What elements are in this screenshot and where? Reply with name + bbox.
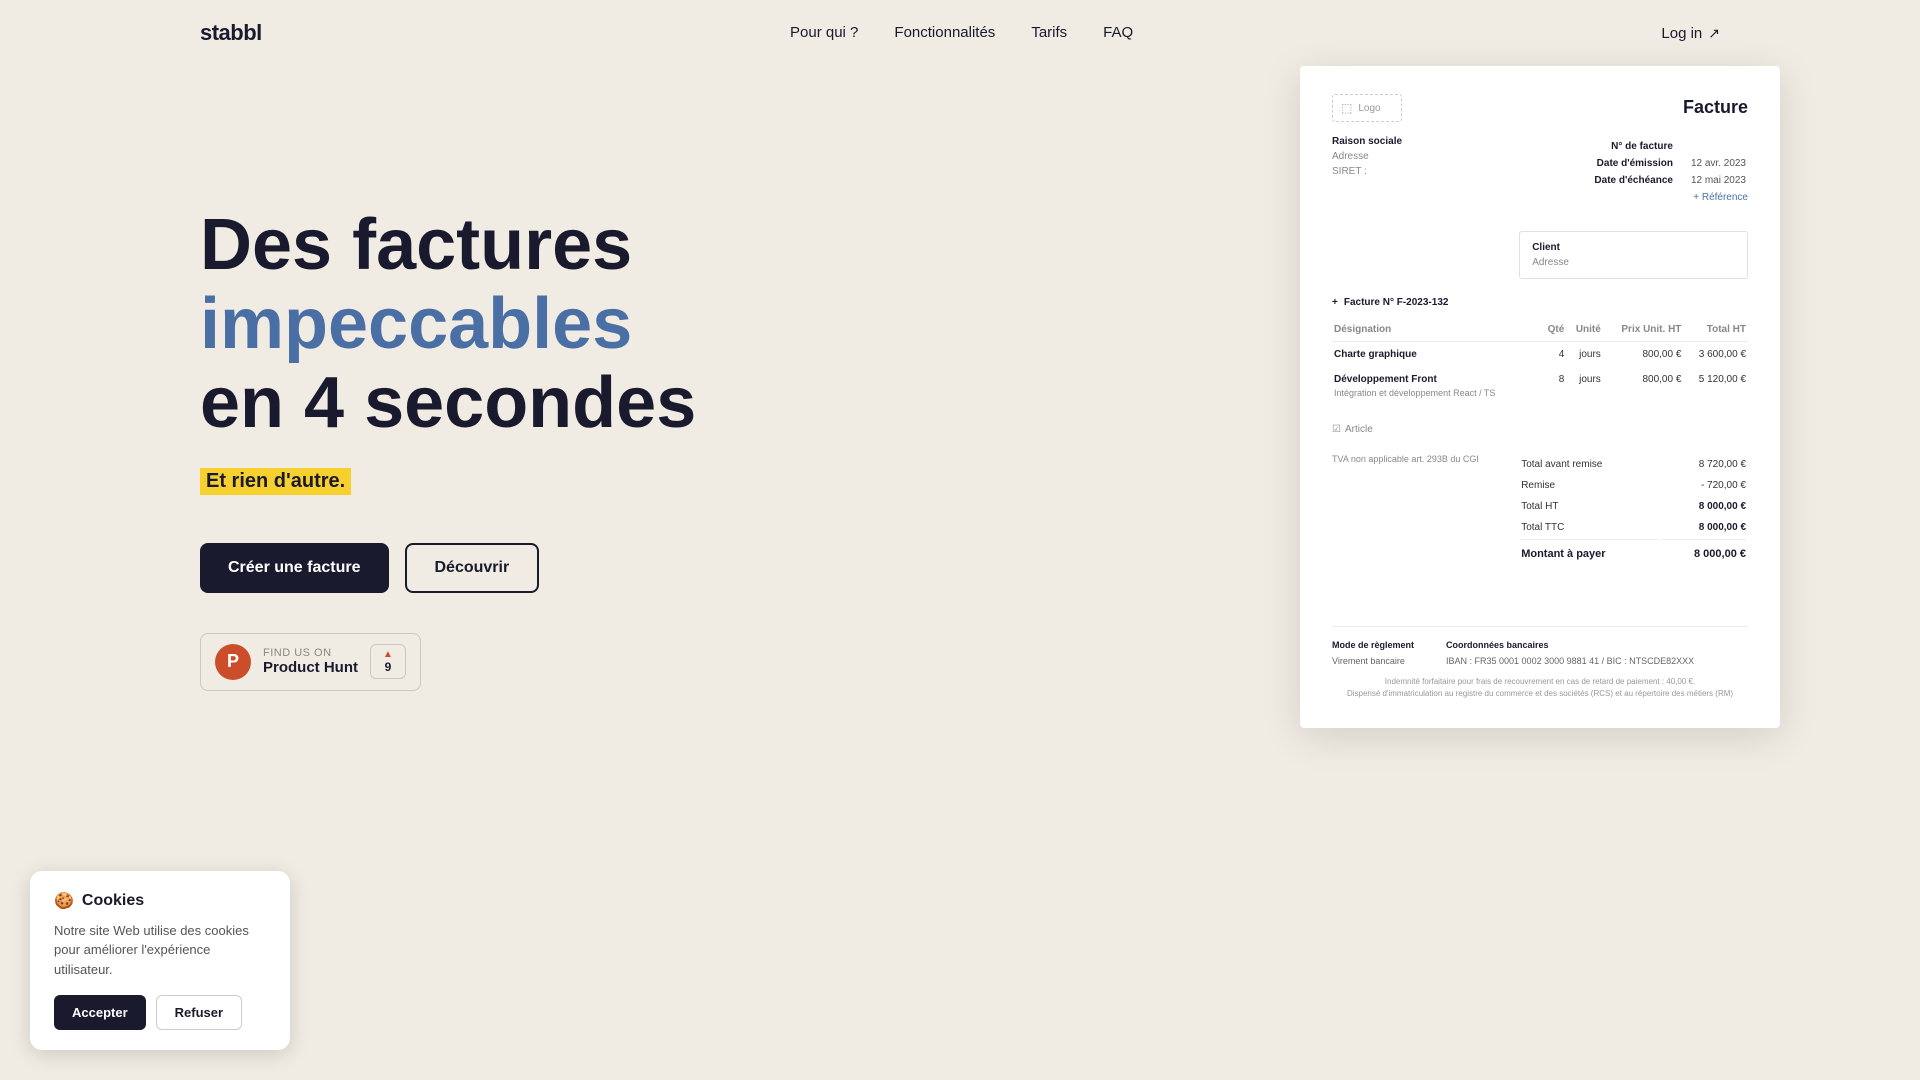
cookie-banner: 🍪 Cookies Notre site Web utilise des coo… bbox=[30, 871, 290, 1051]
invoice-header: ⬚ Logo Raison sociale Adresse SIRET : Fa… bbox=[1332, 94, 1748, 215]
col-qty: Qté bbox=[1540, 318, 1566, 342]
create-invoice-button[interactable]: Créer une facture bbox=[200, 543, 389, 593]
table-row: Développement Front Intégration et dével… bbox=[1332, 367, 1748, 406]
total-row: Remise - 720,00 € bbox=[1521, 476, 1746, 495]
accept-cookies-button[interactable]: Accepter bbox=[54, 995, 146, 1030]
product-hunt-text: FIND US ON Product Hunt bbox=[263, 647, 358, 676]
invoice-company: Raison sociale Adresse SIRET : bbox=[1332, 134, 1402, 179]
invoice-table: Désignation Qté Unité Prix Unit. HT Tota… bbox=[1332, 318, 1748, 406]
nav-link-faq[interactable]: FAQ bbox=[1103, 24, 1133, 41]
add-article-row: ☑ Article bbox=[1332, 422, 1748, 437]
col-price: Prix Unit. HT bbox=[1603, 318, 1684, 342]
invoice-footer: Mode de règlement Virement bancaire Coor… bbox=[1332, 626, 1748, 700]
invoice-ref-row: + Référence bbox=[1592, 190, 1748, 205]
hero-section: Des factures impeccables en 4 secondes E… bbox=[0, 66, 1920, 691]
col-total: Total HT bbox=[1683, 318, 1748, 342]
hero-subtitle: Et rien d'autre. bbox=[200, 468, 351, 495]
montant-row: Montant à payer 8 000,00 € bbox=[1521, 539, 1746, 565]
brand-logo: stabbl bbox=[200, 20, 262, 46]
cookie-text: Notre site Web utilise des cookies pour … bbox=[54, 921, 266, 980]
invoice-totals: Total avant remise 8 720,00 € Remise - 7… bbox=[1519, 453, 1748, 567]
nav-link-tarifs[interactable]: Tarifs bbox=[1031, 24, 1067, 41]
nav-link-fonctionnalites[interactable]: Fonctionnalités bbox=[894, 24, 995, 41]
plus-icon: + bbox=[1332, 295, 1338, 310]
nav-links: Pour qui ? Fonctionnalités Tarifs FAQ bbox=[790, 24, 1133, 42]
invoice-legal: Indemnité forfaitaire pour frais de reco… bbox=[1332, 676, 1748, 700]
table-row: Charte graphique 4 jours 800,00 € 3 600,… bbox=[1332, 342, 1748, 368]
total-row: Total TTC 8 000,00 € bbox=[1521, 518, 1746, 537]
total-row: Total avant remise 8 720,00 € bbox=[1521, 455, 1746, 474]
product-hunt-votes: ▲ 9 bbox=[370, 644, 406, 679]
invoice-meta-table: N° de facture Date d'émission 12 avr. 20… bbox=[1592, 137, 1748, 190]
col-designation: Désignation bbox=[1332, 318, 1540, 342]
hero-title: Des factures impeccables en 4 secondes bbox=[200, 206, 900, 444]
col-unit: Unité bbox=[1566, 318, 1603, 342]
invoice-section-header: + Facture N° F-2023-132 bbox=[1332, 295, 1748, 310]
cookie-buttons: Accepter Refuser bbox=[54, 995, 266, 1030]
invoice-card: ⬚ Logo Raison sociale Adresse SIRET : Fa… bbox=[1300, 66, 1780, 728]
hero-buttons: Créer une facture Découvrir bbox=[200, 543, 900, 593]
upvote-arrow-icon: ▲ bbox=[383, 649, 393, 660]
cookie-emoji-icon: 🍪 bbox=[54, 891, 74, 911]
totals-section: TVA non applicable art. 293B du CGI Tota… bbox=[1332, 453, 1748, 567]
checkbox-icon: ☑ bbox=[1332, 422, 1341, 437]
bank-details: Coordonnées bancaires IBAN : FR35 0001 0… bbox=[1446, 639, 1694, 668]
invoice-logo-placeholder: ⬚ Logo bbox=[1332, 94, 1402, 122]
hero-content: Des factures impeccables en 4 secondes E… bbox=[200, 126, 900, 691]
invoice-preview: ⬚ Logo Raison sociale Adresse SIRET : Fa… bbox=[1300, 66, 1780, 728]
navbar: stabbl Pour qui ? Fonctionnalités Tarifs… bbox=[0, 0, 1920, 66]
cookie-title: 🍪 Cookies bbox=[54, 891, 266, 911]
product-hunt-logo: P bbox=[215, 644, 251, 680]
invoice-footer-row: Mode de règlement Virement bancaire Coor… bbox=[1332, 639, 1748, 668]
nav-link-pourqui[interactable]: Pour qui ? bbox=[790, 24, 858, 41]
invoice-client-box: Client Adresse bbox=[1519, 231, 1748, 279]
total-row: Total HT 8 000,00 € bbox=[1521, 497, 1746, 516]
discover-button[interactable]: Découvrir bbox=[405, 543, 540, 593]
totals-table: Total avant remise 8 720,00 € Remise - 7… bbox=[1519, 453, 1748, 567]
external-link-icon: ↗ bbox=[1708, 25, 1720, 42]
payment-mode: Mode de règlement Virement bancaire bbox=[1332, 639, 1414, 668]
login-link[interactable]: Log in ↗ bbox=[1661, 25, 1720, 42]
invoice-title-block: Facture N° de facture Date d'émission 12… bbox=[1592, 94, 1748, 215]
image-icon: ⬚ bbox=[1341, 99, 1352, 117]
product-hunt-badge[interactable]: P FIND US ON Product Hunt ▲ 9 bbox=[200, 633, 421, 691]
tva-note: TVA non applicable art. 293B du CGI bbox=[1332, 453, 1479, 479]
refuse-cookies-button[interactable]: Refuser bbox=[156, 995, 242, 1030]
